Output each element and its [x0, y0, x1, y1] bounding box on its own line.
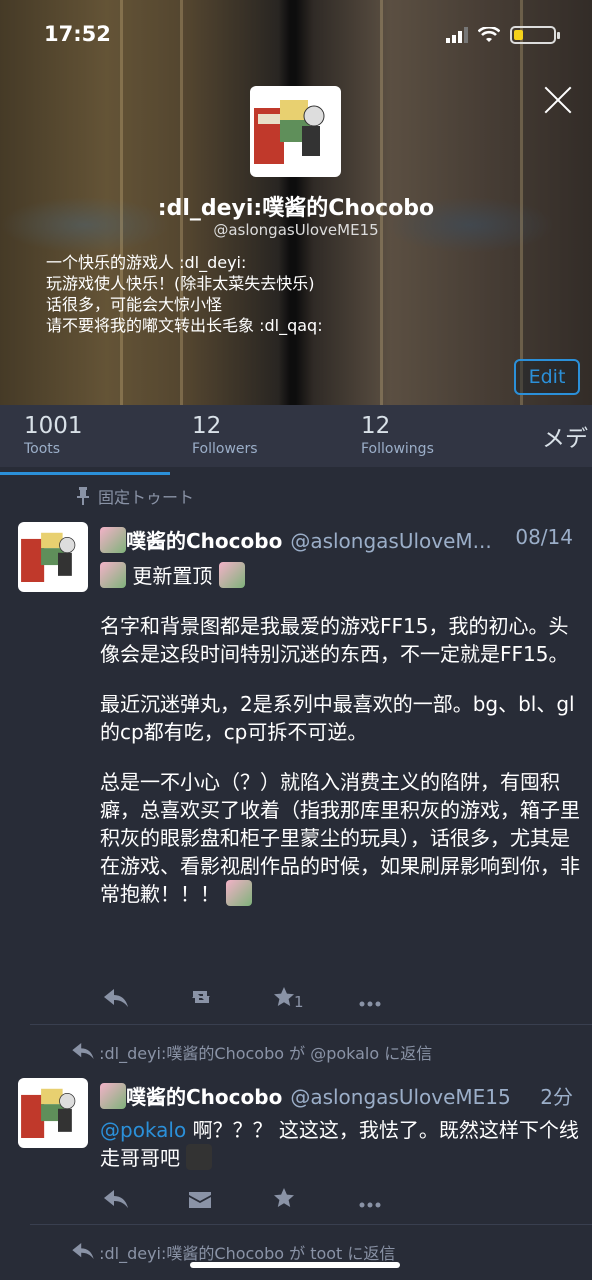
status-time: 17:52 — [44, 22, 111, 46]
reply-button[interactable] — [104, 988, 189, 1012]
post-author-name[interactable]: 噗酱的Chocobo — [126, 529, 282, 553]
emoji-icon — [100, 562, 126, 588]
emoji-icon — [100, 1083, 126, 1109]
reply-indicator-text: :dl_deyi:噗酱的Chocobo が @pokalo に返信 — [99, 1044, 433, 1063]
post-paragraph: 总是一不小心（？）就陷入消费主义的陷阱，有囤积癖，总喜欢买了收着（指我那库里积灰… — [100, 770, 580, 906]
post-content: @pokalo 啊？？？ 这这这，我怯了。既然这样下个线走哥哥吧 — [100, 1116, 580, 1172]
direct-message-button[interactable] — [189, 1189, 274, 1213]
envelope-icon — [189, 1191, 211, 1208]
close-icon[interactable] — [544, 86, 572, 114]
post-avatar[interactable] — [18, 1078, 88, 1148]
status-bar: 17:52 — [0, 20, 592, 50]
followers-label: Followers — [192, 441, 258, 457]
reply-icon — [104, 988, 128, 1007]
reply-indicator: :dl_deyi:噗酱的Chocobo が @pokalo に返信 — [72, 1040, 432, 1064]
profile-handle: @aslongasUloveME15 — [213, 221, 379, 239]
more-icon — [359, 1202, 381, 1207]
pin-icon — [77, 487, 89, 505]
tab-followers[interactable]: 12 Followers — [192, 413, 258, 457]
post-date[interactable]: 2分 — [540, 1081, 573, 1110]
pinned-label-text: 固定トゥート — [98, 488, 195, 507]
wifi-icon — [478, 27, 500, 42]
tab-toots[interactable]: 1001 Toots — [0, 413, 170, 475]
profile-display-name: :dl_deyi:噗酱的Chocobo — [157, 196, 435, 221]
more-button[interactable] — [359, 988, 444, 1012]
home-indicator[interactable] — [190, 1262, 400, 1268]
post-paragraph: 最近沉迷弹丸，2是系列中最喜欢的一部。bg、bl、gl的cp都有吃，cp可拆不可… — [100, 692, 575, 744]
post-avatar[interactable] — [18, 522, 88, 592]
reply-indicator-text: :dl_deyi:噗酱的Chocobo が toot に返信 — [99, 1244, 396, 1263]
profile-counts-bar: 1001 Toots 12 Followers 12 Followings メデ — [0, 405, 592, 475]
battery-icon — [510, 26, 560, 44]
emoji-icon — [218, 562, 245, 588]
reply-button[interactable] — [104, 1189, 189, 1213]
divider — [30, 1024, 592, 1025]
profile-bio: 一个快乐的游戏人 :dl_deyi: 玩游戏使人快乐！(除非太菜失去快乐) 话很… — [46, 252, 323, 336]
reply-icon — [72, 1243, 94, 1259]
post-actions: 1 — [104, 987, 444, 1012]
favourite-button[interactable]: 1 — [274, 987, 359, 1012]
bio-line: 玩游戏使人快乐！(除非太菜失去快乐) — [46, 274, 315, 293]
avatar[interactable] — [250, 86, 341, 177]
reply-icon — [72, 1043, 94, 1059]
post-first-line: 更新置顶 — [132, 564, 213, 588]
favourite-button[interactable] — [274, 1188, 359, 1213]
followers-count: 12 — [192, 413, 222, 439]
divider — [30, 1224, 592, 1225]
bio-line: 话很多，可能会大惊小怪 — [46, 295, 223, 314]
favourite-count: 1 — [294, 993, 304, 1011]
reply-indicator: :dl_deyi:噗酱的Chocobo が toot に返信 — [72, 1240, 395, 1264]
post-date[interactable]: 08/14 — [515, 525, 573, 549]
reply-icon — [104, 1189, 128, 1208]
mention-link[interactable]: @pokalo — [100, 1118, 186, 1142]
bio-line: 一个快乐的游戏人 :dl_deyi: — [46, 253, 247, 272]
post-actions — [104, 1188, 444, 1213]
toots-label: Toots — [24, 441, 61, 457]
emoji-icon — [100, 527, 126, 553]
boost-icon — [192, 991, 210, 1003]
post-paragraph: 名字和背景图都是我最爱的游戏FF15，我的初心。头像会是这段时间特别沉迷的东西，… — [100, 614, 569, 666]
post-content: 更新置顶 名字和背景图都是我最爱的游戏FF15，我的初心。头像会是这段时间特别沉… — [100, 562, 580, 908]
post-header: 噗酱的Chocobo @aslongasUloveM... 08/14 — [100, 525, 580, 554]
star-icon — [274, 987, 294, 1006]
boost-button[interactable] — [189, 987, 274, 1012]
edit-profile-button[interactable]: Edit — [514, 359, 580, 395]
post-header: 噗酱的Chocobo @aslongasUloveME15 2分 — [100, 1081, 580, 1110]
signal-icon — [446, 27, 468, 43]
post-author-name[interactable]: 噗酱的Chocobo — [126, 1085, 282, 1109]
toots-count: 1001 — [24, 413, 83, 439]
more-icon — [359, 1001, 381, 1006]
emoji-icon — [226, 880, 253, 906]
star-icon — [274, 1188, 294, 1207]
followings-label: Followings — [361, 441, 434, 457]
tab-media[interactable]: メデ — [542, 419, 588, 453]
tab-followings[interactable]: 12 Followings — [361, 413, 434, 457]
bio-line: 请不要将我的嘟文转出长毛象 :dl_qaq: — [46, 316, 323, 335]
more-button[interactable] — [359, 1189, 444, 1213]
emoji-icon — [186, 1144, 213, 1170]
pinned-toot-label: 固定トゥート — [76, 484, 194, 508]
post-author-handle[interactable]: @aslongasUloveME15 — [290, 1085, 510, 1109]
post-author-handle[interactable]: @aslongasUloveM... — [290, 529, 491, 553]
followings-count: 12 — [361, 413, 391, 439]
